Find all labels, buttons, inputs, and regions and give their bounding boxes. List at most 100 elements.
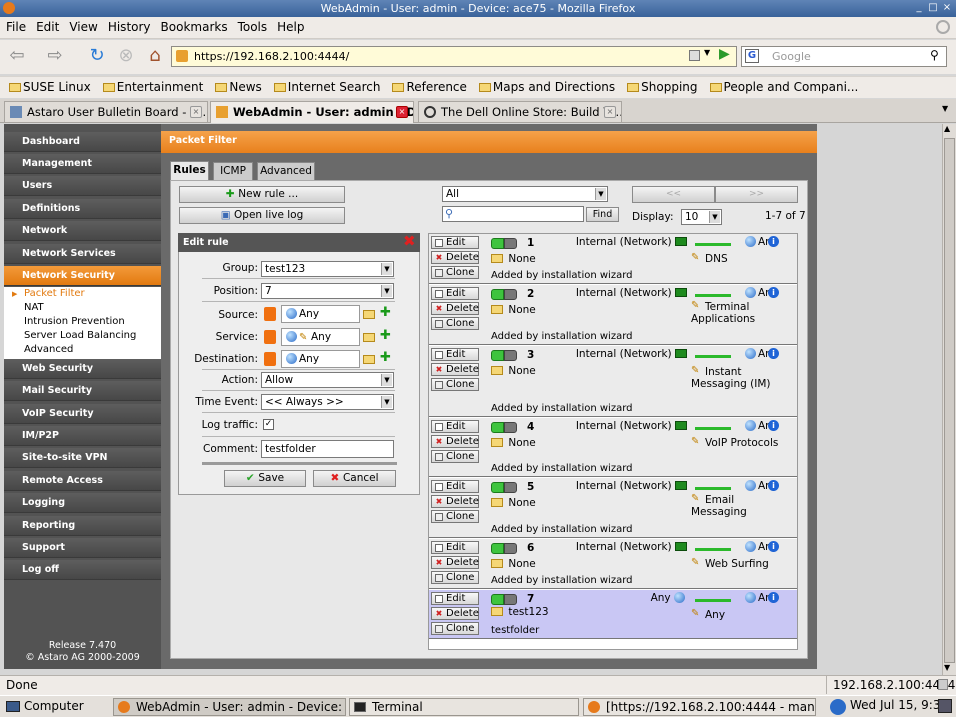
forward-arrow-icon[interactable]: ⇨ — [42, 44, 68, 68]
show-desktop-icon[interactable] — [938, 699, 952, 713]
sidebar-item-voip-security[interactable]: VoIP Security — [4, 404, 161, 424]
find-button[interactable]: Find — [586, 207, 619, 222]
trash-icon[interactable] — [264, 352, 276, 366]
scroll-thumb[interactable] — [944, 138, 955, 663]
close-dialog-icon[interactable]: ✖ — [403, 234, 416, 249]
close-tab-icon[interactable]: × — [396, 106, 408, 118]
time-event-select[interactable]: << Always >> ▼ — [261, 394, 394, 410]
rule-row[interactable]: Edit✖DeleteClone6Internal (Network) Anyi… — [429, 539, 797, 589]
tab-icmp[interactable]: ICMP — [213, 162, 253, 181]
delete-rule-button[interactable]: ✖ Delete — [431, 251, 479, 264]
trash-icon[interactable] — [264, 330, 276, 344]
rule-toggle[interactable] — [491, 594, 517, 605]
info-icon[interactable]: i — [768, 480, 779, 491]
menu-tools[interactable]: Tools — [232, 17, 272, 34]
comment-input[interactable]: testfolder — [261, 440, 394, 458]
sidebar-item-network-services[interactable]: Network Services — [4, 244, 161, 264]
sidebar-subitem-ips[interactable]: Intrusion Prevention — [4, 315, 161, 329]
rule-row[interactable]: Edit✖DeleteClone5Internal (Network) Anyi… — [429, 478, 797, 538]
sidebar-item-management[interactable]: Management — [4, 154, 161, 174]
clone-rule-button[interactable]: Clone — [431, 571, 479, 584]
close-tab-icon[interactable]: × — [604, 106, 616, 118]
delete-rule-button[interactable]: ✖ Delete — [431, 495, 479, 508]
url-dropdown-icon[interactable]: ▼ — [704, 48, 710, 57]
scroll-up-icon[interactable]: ▲ — [944, 124, 950, 133]
rule-toggle[interactable] — [491, 238, 517, 249]
sidebar-item-web-security[interactable]: Web Security — [4, 359, 161, 379]
folder-icon[interactable] — [363, 333, 375, 342]
cancel-button[interactable]: ✖ Cancel — [313, 470, 396, 487]
google-engine-icon[interactable]: G — [745, 49, 759, 63]
rule-toggle[interactable] — [491, 422, 517, 433]
edit-rule-button[interactable]: Edit — [431, 287, 479, 300]
rule-row[interactable]: Edit✖DeleteClone3Internal (Network) Anyi… — [429, 346, 797, 417]
task-firefox[interactable]: WebAdmin - User: admin - Device: ace7... — [113, 698, 346, 716]
clone-rule-button[interactable]: Clone — [431, 510, 479, 523]
clone-rule-button[interactable]: Clone — [431, 378, 479, 391]
sidebar-subitem-slb[interactable]: Server Load Balancing — [4, 329, 161, 343]
edit-rule-button[interactable]: Edit — [431, 420, 479, 433]
info-icon[interactable]: i — [768, 348, 779, 359]
bookmark-people[interactable]: People and Compani... — [701, 77, 862, 94]
source-field[interactable]: Any — [281, 305, 360, 323]
menu-bookmarks[interactable]: Bookmarks — [155, 17, 232, 34]
filter-input[interactable]: ⚲ — [442, 206, 584, 222]
group-filter-select[interactable]: All ▼ — [442, 186, 608, 202]
menu-edit[interactable]: Edit — [30, 17, 63, 34]
bookmark-maps[interactable]: Maps and Directions — [470, 77, 618, 94]
bookmark-suse[interactable]: SUSE Linux — [0, 77, 94, 94]
sidebar-subitem-nat[interactable]: NAT — [4, 301, 161, 315]
delete-rule-button[interactable]: ✖ Delete — [431, 435, 479, 448]
menu-file[interactable]: File — [0, 17, 30, 34]
next-page-button[interactable]: >> — [715, 186, 798, 203]
sidebar-item-users[interactable]: Users — [4, 176, 161, 196]
service-field[interactable]: ✎ Any — [281, 328, 360, 346]
menu-help[interactable]: Help — [271, 17, 308, 34]
info-icon[interactable]: i — [768, 541, 779, 552]
delete-rule-button[interactable]: ✖ Delete — [431, 302, 479, 315]
folder-icon[interactable] — [363, 310, 375, 319]
clone-rule-button[interactable]: Clone — [431, 450, 479, 463]
clone-rule-button[interactable]: Clone — [431, 317, 479, 330]
sidebar-item-network[interactable]: Network — [4, 221, 161, 241]
rule-toggle[interactable] — [491, 482, 517, 493]
scroll-down-icon[interactable]: ▼ — [944, 663, 950, 672]
folder-icon[interactable] — [363, 355, 375, 364]
sidebar-item-remote-access[interactable]: Remote Access — [4, 471, 161, 491]
menu-view[interactable]: View — [63, 17, 101, 34]
home-icon[interactable]: ⌂ — [142, 44, 168, 68]
task-terminal[interactable]: Terminal — [349, 698, 579, 716]
sidebar-item-network-security[interactable]: Network Security — [4, 266, 161, 286]
action-select[interactable]: Allow ▼ — [261, 372, 394, 388]
rule-row[interactable]: Edit✖DeleteClone7Any Anyi test123✎Anytes… — [429, 590, 797, 639]
clone-rule-button[interactable]: Clone — [431, 622, 479, 635]
go-arrow-icon[interactable]: ▶ — [719, 46, 730, 62]
stop-icon[interactable]: ⊗ — [113, 44, 139, 68]
rule-row[interactable]: Edit✖DeleteClone4Internal (Network) Anyi… — [429, 418, 797, 477]
sidebar-item-definitions[interactable]: Definitions — [4, 199, 161, 219]
task-manual[interactable]: [https://192.168.2.100:4444 - manual-en.… — [583, 698, 816, 716]
delete-rule-button[interactable]: ✖ Delete — [431, 363, 479, 376]
edit-rule-button[interactable]: Edit — [431, 236, 479, 249]
reload-icon[interactable]: ↻ — [84, 44, 110, 68]
info-icon[interactable]: i — [768, 236, 779, 247]
page-scrollbar[interactable]: ▲ ▼ — [942, 124, 956, 675]
log-traffic-checkbox[interactable]: ✓ — [263, 419, 274, 430]
rule-toggle[interactable] — [491, 289, 517, 300]
add-icon[interactable]: ✚ — [380, 305, 391, 320]
back-arrow-icon[interactable]: ⇦ — [4, 44, 30, 68]
info-icon[interactable]: i — [768, 420, 779, 431]
computer-menu-button[interactable]: Computer — [2, 698, 108, 716]
sidebar-item-mail-security[interactable]: Mail Security — [4, 381, 161, 401]
bookmark-entertainment[interactable]: Entertainment — [94, 77, 207, 94]
save-button[interactable]: ✔ Save — [224, 470, 306, 487]
tab-rules[interactable]: Rules — [170, 161, 209, 181]
edit-rule-button[interactable]: Edit — [431, 348, 479, 361]
url-bar[interactable]: https://192.168.2.100:4444/ — [171, 46, 737, 67]
tab-dell-store[interactable]: The Dell Online Store: Build Yo... × — [418, 101, 622, 122]
search-input[interactable]: Google — [741, 46, 947, 67]
prev-page-button[interactable]: << — [632, 186, 715, 203]
tab-list-dropdown-icon[interactable]: ▼ — [942, 104, 948, 113]
edit-rule-button[interactable]: Edit — [431, 592, 479, 605]
edit-rule-button[interactable]: Edit — [431, 541, 479, 554]
